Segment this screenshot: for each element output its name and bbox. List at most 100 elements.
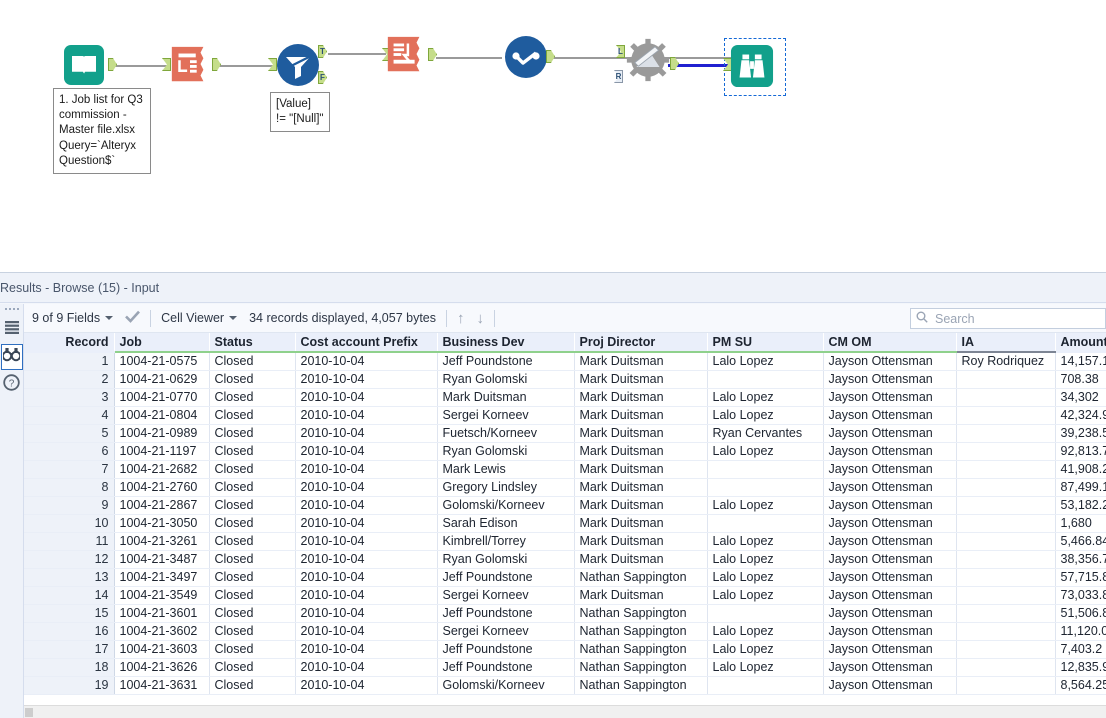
cell-business-dev[interactable]: Jeff Poundstone	[437, 352, 575, 371]
results-grid-scroll[interactable]: Record Job Status Cost account Prefix Busine…	[24, 333, 1106, 718]
cell-job[interactable]: 1004-21-0629	[114, 370, 210, 389]
cell-business-dev[interactable]: Sergei Korneev	[437, 406, 575, 425]
cell-record[interactable]: 10	[24, 514, 115, 533]
cell-ia[interactable]	[956, 424, 1056, 443]
rail-button-help[interactable]: ?	[1, 372, 23, 398]
cell-amount[interactable]: 39,238.55	[1055, 424, 1106, 443]
cell-pm-su[interactable]	[707, 514, 824, 533]
cell-record[interactable]: 6	[24, 442, 115, 461]
cell-business-dev[interactable]: Mark Lewis	[437, 460, 575, 479]
cell-amount[interactable]: 41,908.24	[1055, 460, 1106, 479]
column-header-business-dev[interactable]: Business Dev	[437, 333, 575, 353]
cell-business-dev[interactable]: Fuetsch/Korneev	[437, 424, 575, 443]
scrollbar-thumb[interactable]	[25, 708, 33, 717]
cell-record[interactable]: 15	[24, 604, 115, 623]
workflow-canvas[interactable]: T F L R 1. Job list for Q3 commission - …	[0, 0, 1106, 272]
cell-business-dev[interactable]: Sergei Korneev	[437, 622, 575, 641]
checkmark-icon[interactable]	[125, 310, 141, 326]
cell-pm-su[interactable]: Lalo Lopez	[707, 532, 824, 551]
cell-cost-account-prefix[interactable]: 2010-10-04	[295, 388, 438, 407]
table-row[interactable]: 14 1004-21-3549 Closed 2010-10-04 Sergei Kor…	[24, 586, 1106, 605]
cell-proj-director[interactable]: Nathan Sappington	[574, 676, 708, 695]
cell-record[interactable]: 5	[24, 424, 115, 443]
cell-cost-account-prefix[interactable]: 2010-10-04	[295, 640, 438, 659]
column-header-cost-account-prefix[interactable]: Cost account Prefix	[295, 333, 438, 353]
cell-ia[interactable]	[956, 658, 1056, 677]
cell-job[interactable]: 1004-21-1197	[114, 442, 210, 461]
cell-ia[interactable]	[956, 604, 1056, 623]
cell-amount[interactable]: 57,715.82	[1055, 568, 1106, 587]
cell-cm-om[interactable]: Jayson Ottensman	[823, 586, 957, 605]
cell-business-dev[interactable]: Mark Duitsman	[437, 388, 575, 407]
cell-cm-om[interactable]: Jayson Ottensman	[823, 640, 957, 659]
cell-cost-account-prefix[interactable]: 2010-10-04	[295, 496, 438, 515]
cell-record[interactable]: 18	[24, 658, 115, 677]
cleansing-output-anchor[interactable]	[546, 50, 555, 63]
cell-ia[interactable]	[956, 532, 1056, 551]
cell-job[interactable]: 1004-21-3603	[114, 640, 210, 659]
filter-false-anchor[interactable]	[318, 71, 327, 84]
cell-cm-om[interactable]: Jayson Ottensman	[823, 532, 957, 551]
cell-ia[interactable]	[956, 388, 1056, 407]
cell-record[interactable]: 1	[24, 352, 115, 371]
cell-cm-om[interactable]: Jayson Ottensman	[823, 352, 957, 371]
cell-cost-account-prefix[interactable]: 2010-10-04	[295, 370, 438, 389]
cell-proj-director[interactable]: Nathan Sappington	[574, 640, 708, 659]
cell-job[interactable]: 1004-21-3497	[114, 568, 210, 587]
cell-proj-director[interactable]: Mark Duitsman	[574, 478, 708, 497]
cell-ia[interactable]	[956, 586, 1056, 605]
cell-job[interactable]: 1004-21-3626	[114, 658, 210, 677]
cell-amount[interactable]: 87,499.17	[1055, 478, 1106, 497]
cell-cost-account-prefix[interactable]: 2010-10-04	[295, 658, 438, 677]
table-row[interactable]: 2 1004-21-0629 Closed 2010-10-04 Ryan Goloms…	[24, 370, 1106, 389]
cell-business-dev[interactable]: Golomski/Korneev	[437, 676, 575, 695]
cell-pm-su[interactable]: Lalo Lopez	[707, 388, 824, 407]
cell-cm-om[interactable]: Jayson Ottensman	[823, 568, 957, 587]
cell-record[interactable]: 2	[24, 370, 115, 389]
column-header-proj-director[interactable]: Proj Director	[574, 333, 708, 353]
cell-cm-om[interactable]: Jayson Ottensman	[823, 496, 957, 515]
cell-job[interactable]: 1004-21-0770	[114, 388, 210, 407]
cell-amount[interactable]: 38,356.78	[1055, 550, 1106, 569]
cell-pm-su[interactable]: Lalo Lopez	[707, 496, 824, 515]
cell-cm-om[interactable]: Jayson Ottensman	[823, 658, 957, 677]
cell-amount[interactable]: 14,157.18	[1055, 352, 1106, 371]
scroll-up-button[interactable]: ↑	[457, 311, 465, 326]
cell-business-dev[interactable]: Jeff Poundstone	[437, 658, 575, 677]
cell-proj-director[interactable]: Mark Duitsman	[574, 406, 708, 425]
cell-cm-om[interactable]: Jayson Ottensman	[823, 604, 957, 623]
cell-cost-account-prefix[interactable]: 2010-10-04	[295, 586, 438, 605]
cell-record[interactable]: 9	[24, 496, 115, 515]
column-header-cm-om[interactable]: CM OM	[823, 333, 957, 353]
cell-job[interactable]: 1004-21-3050	[114, 514, 210, 533]
cell-ia[interactable]	[956, 640, 1056, 659]
cell-cost-account-prefix[interactable]: 2010-10-04	[295, 442, 438, 461]
table-row[interactable]: 16 1004-21-3602 Closed 2010-10-04 Sergei Kor…	[24, 622, 1106, 641]
cell-pm-su[interactable]: Lalo Lopez	[707, 352, 824, 371]
cell-status[interactable]: Closed	[209, 514, 296, 533]
cell-record[interactable]: 16	[24, 622, 115, 641]
input-output-anchor[interactable]	[108, 58, 117, 71]
table-row[interactable]: 1 1004-21-0575 Closed 2010-10-04 Jeff Pounds…	[24, 352, 1106, 371]
cell-ia[interactable]: Roy Rodriquez	[956, 352, 1056, 371]
cell-pm-su[interactable]	[707, 370, 824, 389]
cell-ia[interactable]	[956, 442, 1056, 461]
cell-status[interactable]: Closed	[209, 640, 296, 659]
cell-ia[interactable]	[956, 460, 1056, 479]
cell-business-dev[interactable]: Gregory Lindsley	[437, 478, 575, 497]
cell-cm-om[interactable]: Jayson Ottensman	[823, 622, 957, 641]
cell-record[interactable]: 12	[24, 550, 115, 569]
cell-ia[interactable]	[956, 568, 1056, 587]
cell-status[interactable]: Closed	[209, 370, 296, 389]
cell-status[interactable]: Closed	[209, 478, 296, 497]
table-row[interactable]: 19 1004-21-3631 Closed 2010-10-04 Golomski/K…	[24, 676, 1106, 695]
cell-cost-account-prefix[interactable]: 2010-10-04	[295, 424, 438, 443]
cell-pm-su[interactable]: Lalo Lopez	[707, 406, 824, 425]
cell-record[interactable]: 13	[24, 568, 115, 587]
rail-button-browse[interactable]	[0, 344, 23, 370]
cell-job[interactable]: 1004-21-3549	[114, 586, 210, 605]
cell-business-dev[interactable]: Ryan Golomski	[437, 370, 575, 389]
cell-job[interactable]: 1004-21-2867	[114, 496, 210, 515]
cell-job[interactable]: 1004-21-0989	[114, 424, 210, 443]
cell-amount[interactable]: 53,182.2	[1055, 496, 1106, 515]
